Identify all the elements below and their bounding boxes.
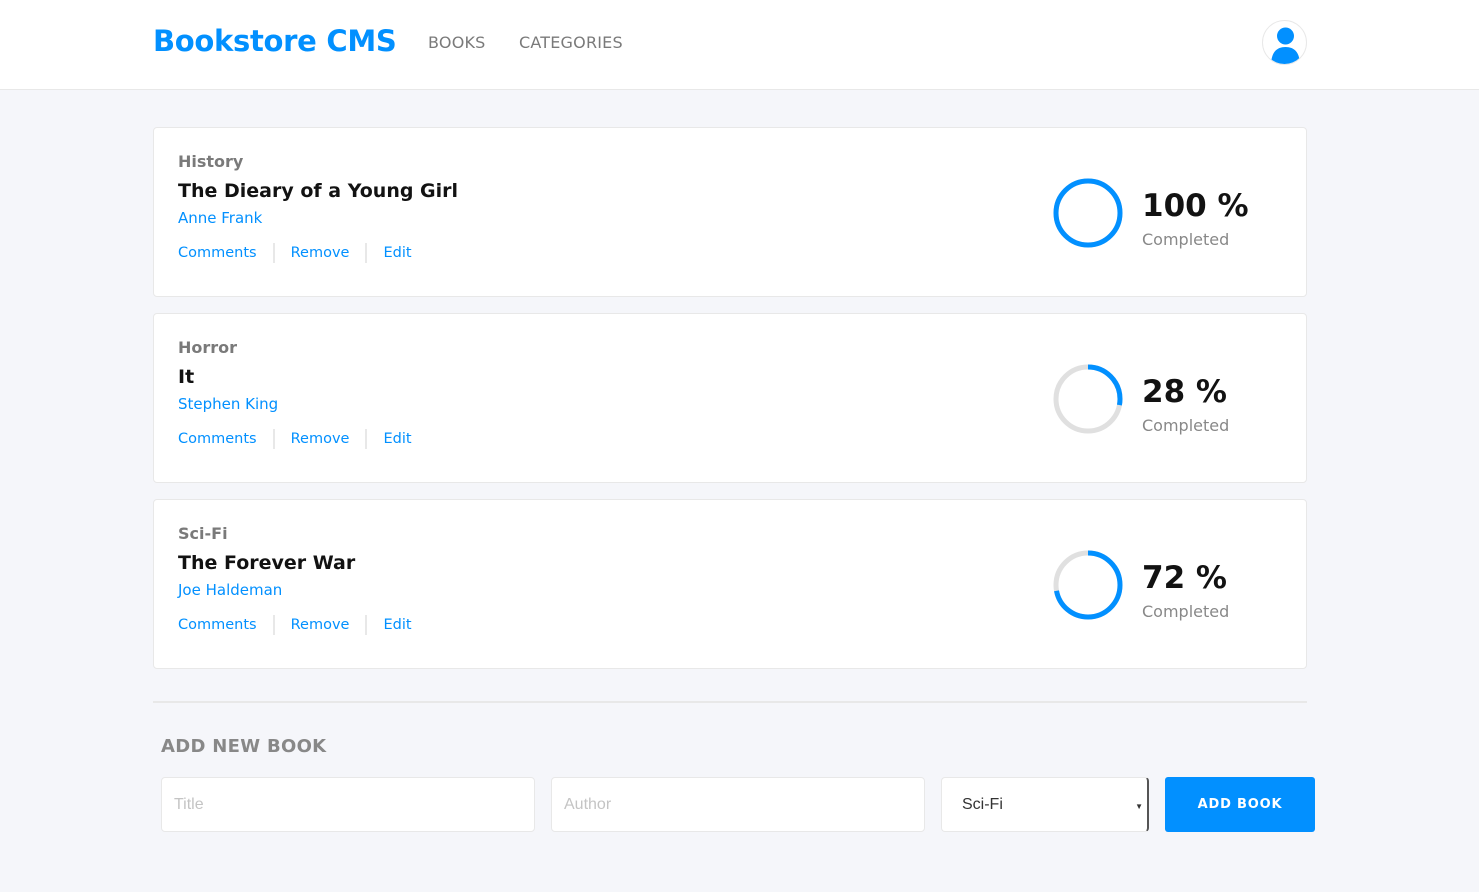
section-divider: [153, 701, 1307, 703]
book-category: Sci-Fi: [178, 524, 228, 543]
navbar: Bookstore CMS BOOKS CATEGORIES: [0, 0, 1479, 90]
progress-completed-label: Completed: [1142, 602, 1230, 621]
add-book-heading: ADD NEW BOOK: [161, 736, 327, 757]
progress-percent: 28 %: [1142, 374, 1227, 410]
book-actions: Comments Remove Edit: [178, 615, 412, 635]
progress-completed-label: Completed: [1142, 416, 1230, 435]
remove-button[interactable]: Remove: [291, 617, 350, 633]
action-divider: [272, 429, 275, 449]
book-actions: Comments Remove Edit: [178, 429, 412, 449]
progress-ring: [1053, 364, 1123, 434]
progress-percent: 100 %: [1142, 188, 1249, 224]
book-category: History: [178, 152, 244, 171]
book-category: Horror: [178, 338, 238, 357]
category-select-value: Sci-Fi: [962, 795, 1003, 813]
book-author[interactable]: Stephen King: [178, 395, 278, 413]
book-title: It: [178, 366, 195, 388]
user-icon: [1271, 27, 1300, 64]
remove-button[interactable]: Remove: [291, 431, 350, 447]
book-title: The Forever War: [178, 552, 356, 574]
action-divider: [365, 615, 368, 635]
brand-logo[interactable]: Bookstore CMS: [153, 24, 397, 58]
book-card: History The Dieary of a Young Girl Anne …: [153, 127, 1307, 297]
user-avatar-button[interactable]: [1262, 20, 1307, 65]
edit-button[interactable]: Edit: [383, 617, 411, 633]
caret-down-icon: ▼: [1135, 802, 1143, 811]
action-divider: [365, 429, 368, 449]
book-author[interactable]: Joe Haldeman: [178, 581, 282, 599]
action-divider: [272, 615, 275, 635]
book-title: The Dieary of a Young Girl: [178, 180, 459, 202]
title-input[interactable]: [161, 777, 535, 832]
progress-completed-label: Completed: [1142, 230, 1230, 249]
progress-ring: [1053, 178, 1123, 248]
category-select[interactable]: Sci-Fi ▼: [941, 777, 1149, 832]
progress-ring-fill: [1053, 178, 1123, 248]
action-divider: [272, 243, 275, 263]
action-divider: [365, 243, 368, 263]
book-card: Horror It Stephen King Comments Remove E…: [153, 313, 1307, 483]
author-input[interactable]: [551, 777, 925, 832]
edit-button[interactable]: Edit: [383, 245, 411, 261]
nav-categories-link[interactable]: CATEGORIES: [519, 33, 623, 52]
remove-button[interactable]: Remove: [291, 245, 350, 261]
comments-button[interactable]: Comments: [178, 617, 257, 633]
add-book-button[interactable]: ADD BOOK: [1165, 777, 1315, 832]
edit-button[interactable]: Edit: [383, 431, 411, 447]
progress-percent: 72 %: [1142, 560, 1227, 596]
comments-button[interactable]: Comments: [178, 431, 257, 447]
progress-ring: [1053, 550, 1123, 620]
book-actions: Comments Remove Edit: [178, 243, 412, 263]
book-author[interactable]: Anne Frank: [178, 209, 262, 227]
nav-books-link[interactable]: BOOKS: [428, 33, 486, 52]
comments-button[interactable]: Comments: [178, 245, 257, 261]
book-card: Sci-Fi The Forever War Joe Haldeman Comm…: [153, 499, 1307, 669]
